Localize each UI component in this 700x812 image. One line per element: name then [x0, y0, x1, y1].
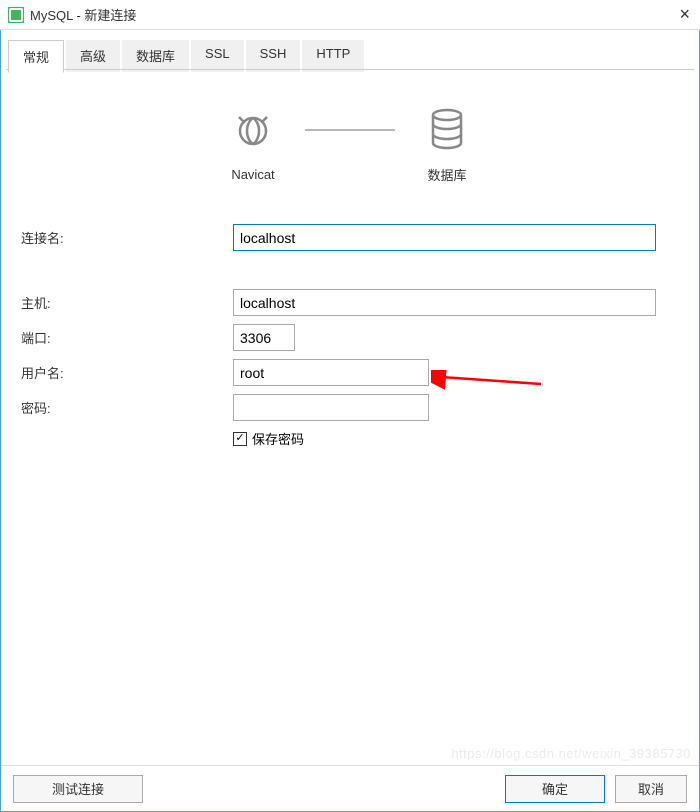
- label-username: 用户名:: [18, 363, 233, 382]
- diagram-navicat: Navicat: [231, 109, 275, 182]
- tab-content: Navicat 数据库 连接名: 主机:: [3, 72, 697, 448]
- tab-database[interactable]: 数据库: [122, 40, 189, 72]
- row-host: 主机:: [18, 289, 682, 316]
- ok-button[interactable]: 确定: [505, 775, 605, 803]
- row-password: 密码:: [18, 394, 682, 421]
- cancel-button[interactable]: 取消: [615, 775, 687, 803]
- label-connection-name: 连接名:: [18, 228, 233, 247]
- watermark: https://blog.csdn.net/weixin_39385730: [451, 746, 691, 761]
- checkbox-save-password[interactable]: ✓: [233, 432, 247, 446]
- input-username[interactable]: [233, 359, 429, 386]
- row-port: 端口:: [18, 324, 682, 351]
- tab-advanced[interactable]: 高级: [66, 40, 120, 72]
- dialog-body: 常规 高级 数据库 SSL SSH HTTP Navicat: [0, 30, 700, 812]
- titlebar: MySQL - 新建连接 ×: [0, 0, 700, 30]
- input-host[interactable]: [233, 289, 656, 316]
- input-password[interactable]: [233, 394, 429, 421]
- label-host: 主机:: [18, 293, 233, 312]
- window-title: MySQL - 新建连接: [30, 5, 136, 24]
- database-icon: [425, 107, 469, 151]
- row-save-password: ✓ 保存密码: [233, 429, 682, 448]
- diagram-connector-line: [305, 129, 395, 131]
- close-icon[interactable]: ×: [679, 4, 690, 25]
- tab-http[interactable]: HTTP: [302, 40, 364, 72]
- label-save-password: 保存密码: [252, 429, 304, 448]
- tab-underline: [6, 69, 694, 70]
- tab-general[interactable]: 常规: [8, 40, 64, 73]
- navicat-icon: [231, 109, 275, 153]
- tabs: 常规 高级 数据库 SSL SSH HTTP: [8, 40, 697, 72]
- app-icon: [8, 7, 24, 23]
- row-connection-name: 连接名:: [18, 224, 682, 251]
- diagram-database: 数据库: [425, 107, 469, 184]
- diagram-navicat-label: Navicat: [231, 167, 275, 182]
- test-connection-button[interactable]: 测试连接: [13, 775, 143, 803]
- label-password: 密码:: [18, 398, 233, 417]
- connection-diagram: Navicat 数据库: [18, 107, 682, 184]
- input-port[interactable]: [233, 324, 295, 351]
- row-username: 用户名:: [18, 359, 682, 386]
- diagram-database-label: 数据库: [425, 165, 469, 184]
- button-bar: 测试连接 确定 取消: [1, 765, 699, 811]
- input-connection-name[interactable]: [233, 224, 656, 251]
- tab-ssl[interactable]: SSL: [191, 40, 244, 72]
- tab-ssh[interactable]: SSH: [246, 40, 301, 72]
- label-port: 端口:: [18, 328, 233, 347]
